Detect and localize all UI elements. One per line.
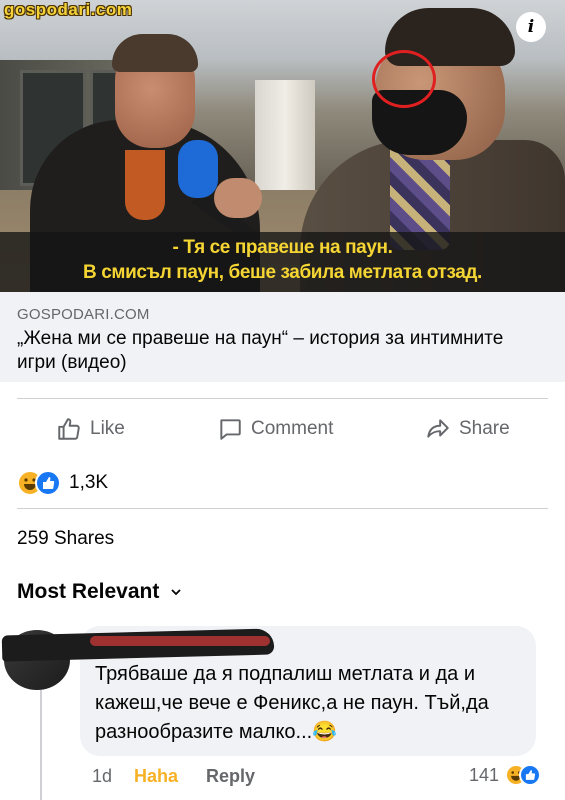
comment-reply-button[interactable]: Reply xyxy=(206,766,255,787)
thread-line xyxy=(40,690,42,800)
comment-time[interactable]: 1d xyxy=(92,766,112,787)
comment-button[interactable]: Comment xyxy=(217,415,333,443)
like-thumb-icon xyxy=(35,470,61,496)
sort-label: Most Relevant xyxy=(17,580,160,603)
comment-bubble-icon xyxy=(220,419,241,440)
chevron-down-icon xyxy=(171,589,182,596)
microphone-icon xyxy=(178,140,218,198)
watermark-logo: gospodari.com xyxy=(4,0,133,19)
subtitle-line-2: В смисъл паун, беше забила метлата отзад… xyxy=(83,262,482,283)
like-label: Like xyxy=(90,418,125,439)
share-arrow-icon xyxy=(427,419,449,438)
comment-reaction-count[interactable]: 141 xyxy=(469,764,542,786)
comment-text: Трябваше да я подпалиш метлата и да и ка… xyxy=(95,663,489,743)
thumbs-up-icon xyxy=(58,418,80,440)
comment-haha-button[interactable]: Haha xyxy=(134,766,178,787)
comment-reaction-number: 141 xyxy=(469,764,500,785)
red-circle-highlight xyxy=(372,50,436,108)
shares-count[interactable]: 259 Shares xyxy=(17,528,114,550)
reporter-hand xyxy=(214,178,262,218)
reaction-count: 1,3K xyxy=(69,472,109,493)
info-icon[interactable]: i xyxy=(516,12,546,42)
interviewee-shirt xyxy=(125,150,165,220)
like-thumb-icon xyxy=(519,764,542,786)
sort-dropdown[interactable]: Most Relevant xyxy=(17,580,183,604)
link-domain: GOSPODARI.COM xyxy=(17,306,150,323)
link-headline[interactable]: „Жена ми се правеше на паун“ – история з… xyxy=(17,327,537,375)
redacted-name-scribble-red xyxy=(90,636,270,646)
divider xyxy=(17,398,548,399)
subtitle-line-1: - Тя се правеше на паун. xyxy=(172,237,393,258)
interviewee-hair xyxy=(112,34,198,72)
share-label: Share xyxy=(459,418,510,439)
comment-label: Comment xyxy=(251,418,334,439)
like-button[interactable]: Like xyxy=(56,415,125,443)
reaction-summary[interactable]: 1,3K xyxy=(17,470,108,496)
divider xyxy=(17,508,548,509)
share-button[interactable]: Share xyxy=(425,415,510,443)
